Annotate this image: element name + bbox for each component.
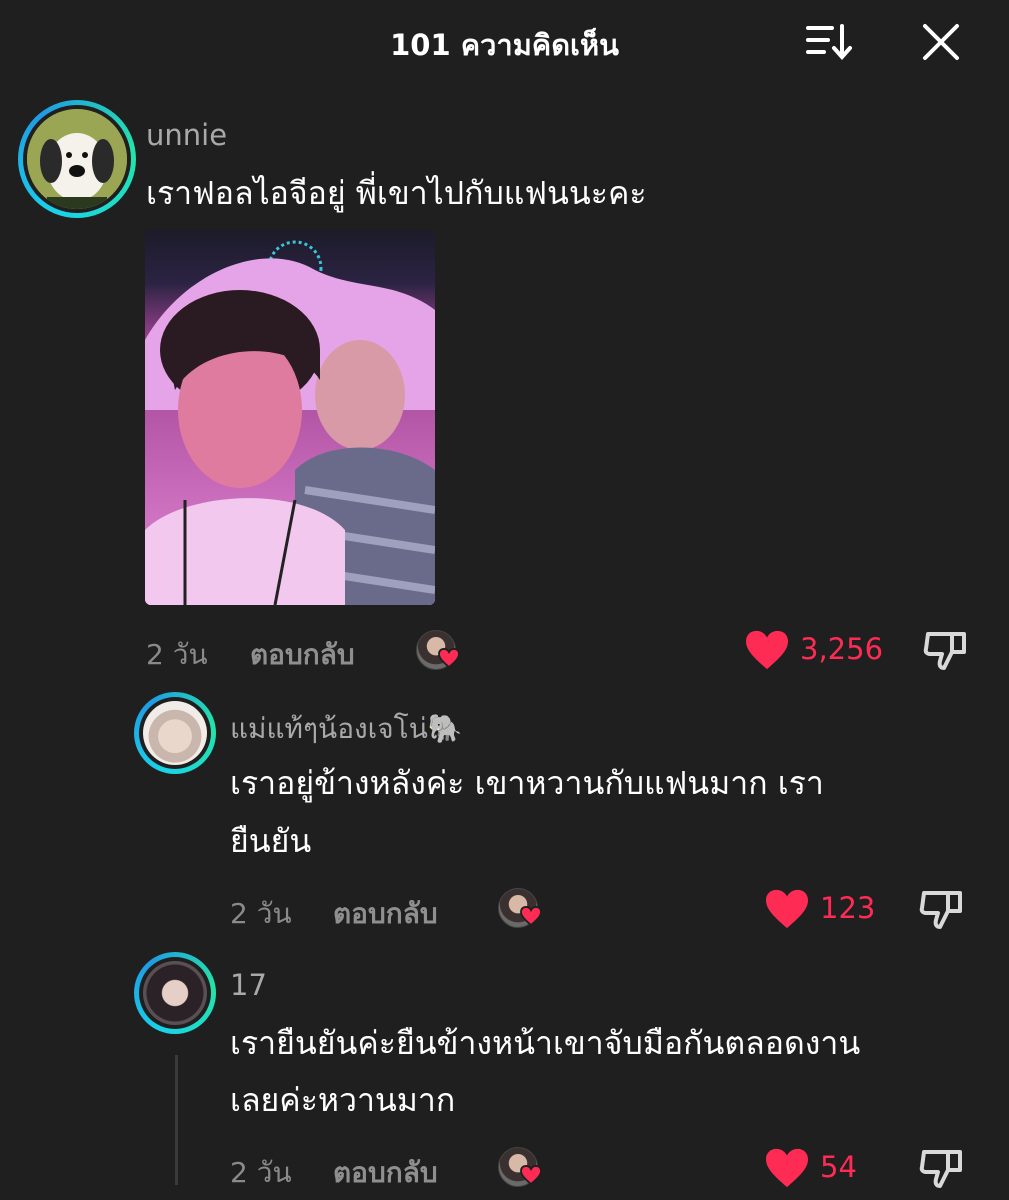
heart-icon [520, 1165, 542, 1185]
avatar[interactable] [18, 100, 136, 218]
comment-text-line-1: เราอยู่ข้างหลังค่ะ เขาหวานกับแฟนมาก เรา [230, 764, 824, 802]
snoopy-avatar-image [27, 109, 127, 209]
dislike-icon[interactable] [918, 1146, 966, 1190]
heart-icon [520, 906, 542, 926]
comment-text: เราฟอลไอจีอยู่ พี่เขาไปกับแฟนนะคะ [146, 174, 647, 212]
comment-username[interactable]: unnie [146, 118, 227, 152]
comment-username[interactable]: 17 [230, 968, 267, 1002]
comment-time: 2 วัน [230, 897, 292, 930]
reply-button[interactable]: ตอบกลับ [250, 633, 355, 677]
avatar[interactable] [134, 692, 216, 774]
comment-text-line-1: เรายืนยันค่ะยืนข้างหน้าเขาจับมือกันตลอดง… [230, 1024, 861, 1062]
like-heart-icon[interactable] [764, 888, 810, 930]
sort-button[interactable] [804, 20, 854, 64]
creator-liked-badge [498, 1147, 542, 1187]
comment-time: 2 วัน [230, 1156, 292, 1189]
comment-text-line-2: ยืนยัน [230, 822, 312, 860]
like-count: 3,256 [800, 632, 884, 666]
creator-liked-badge [416, 630, 460, 670]
dislike-icon[interactable] [918, 887, 966, 931]
dislike-icon[interactable] [922, 628, 970, 672]
like-count: 123 [820, 891, 876, 925]
reply-button[interactable]: ตอบกลับ [333, 892, 438, 936]
creator-liked-badge [498, 888, 542, 928]
sort-descending-icon [806, 24, 852, 61]
comments-header: 101 ความคิดเห็น [0, 0, 1009, 84]
comment-photo[interactable] [145, 230, 435, 605]
like-count: 54 [820, 1150, 857, 1184]
comment-time: 2 วัน [146, 638, 208, 671]
like-heart-icon[interactable] [764, 1147, 810, 1189]
avatar[interactable] [134, 952, 216, 1034]
comment-username[interactable]: แม่แท้ๆน้องเจโน่🐘 [230, 707, 463, 751]
comment-text-line-2: เลยค่ะหวานมาก [230, 1081, 456, 1119]
thread-line [175, 1055, 178, 1185]
user-avatar-image [143, 961, 207, 1025]
like-heart-icon[interactable] [744, 629, 790, 671]
user-avatar-image [143, 701, 207, 765]
close-button[interactable] [918, 20, 964, 64]
close-icon [923, 24, 959, 60]
comments-title: 101 ความคิดเห็น [390, 28, 619, 62]
heart-icon [438, 648, 460, 668]
reply-button[interactable]: ตอบกลับ [333, 1151, 438, 1195]
